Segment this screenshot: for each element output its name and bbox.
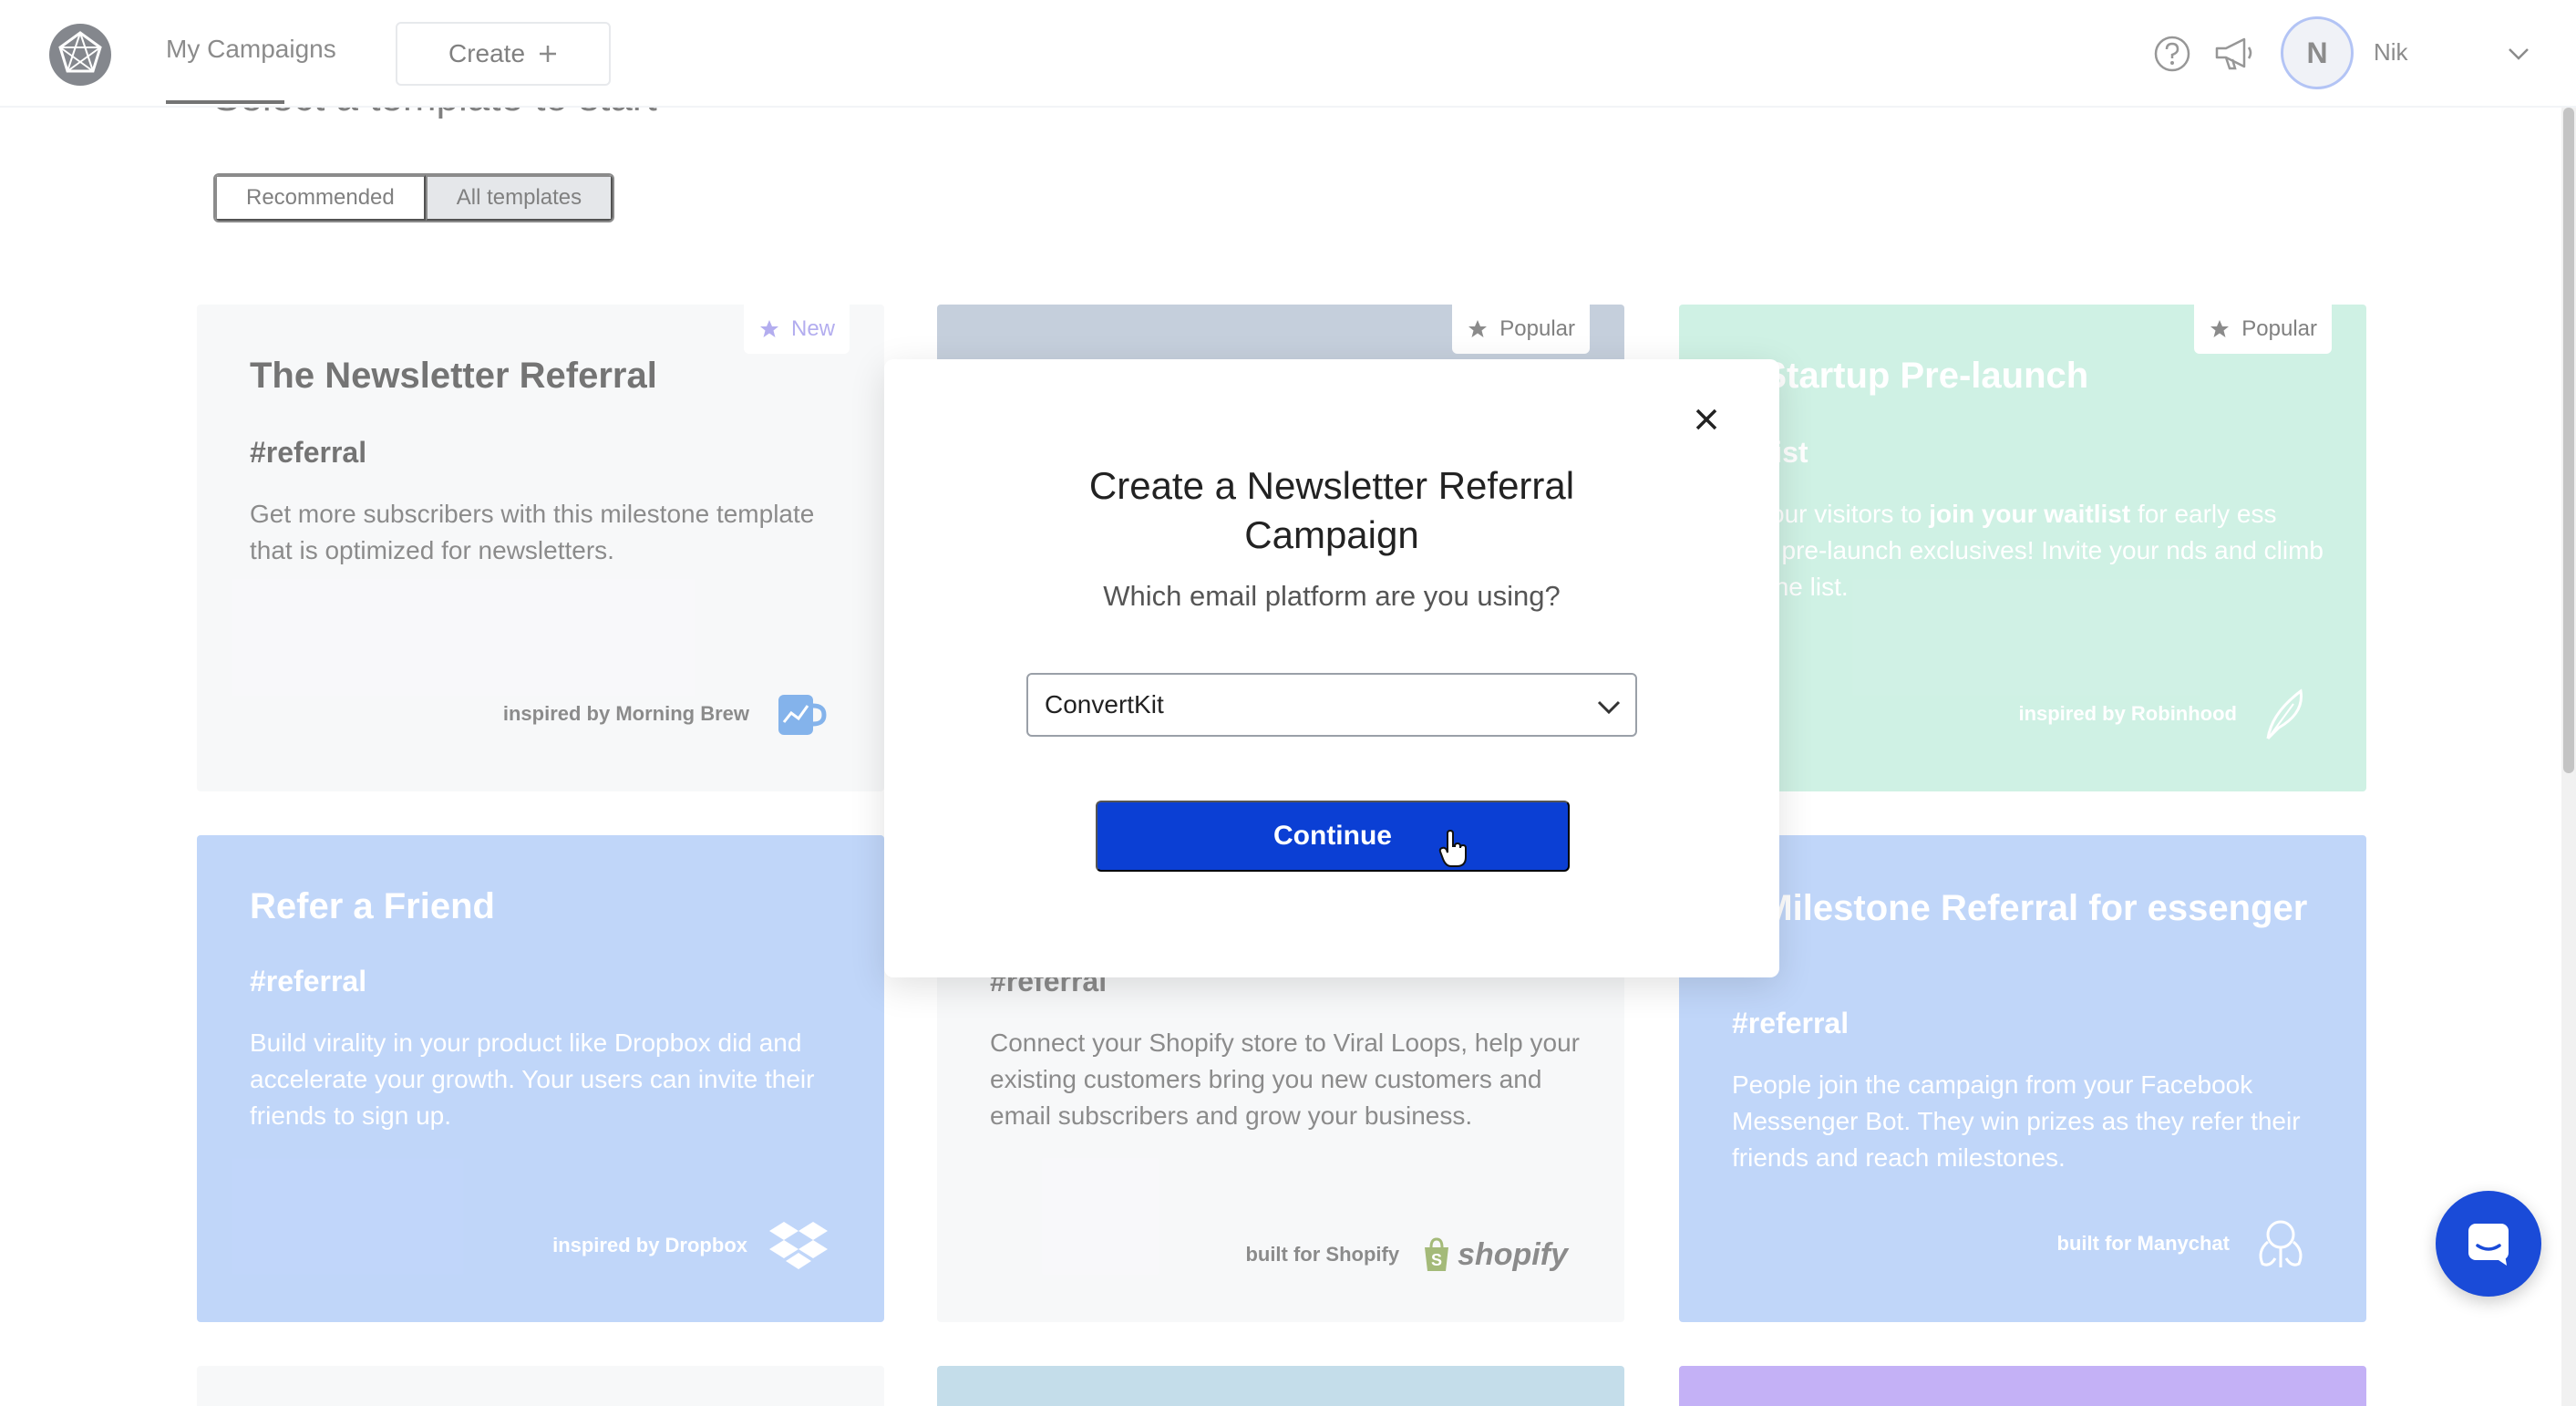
create-button[interactable]: Create bbox=[396, 22, 611, 86]
card-tag: #referral bbox=[1732, 1007, 1850, 1039]
template-card-newsletter-referral[interactable]: New The Newsletter Referral #referral Ge… bbox=[197, 305, 884, 791]
chevron-down-icon bbox=[1597, 700, 1621, 715]
user-name[interactable]: Nik bbox=[2374, 38, 2408, 67]
card-description: People join the campaign from your Faceb… bbox=[1732, 1070, 2301, 1172]
dropbox-icon bbox=[769, 1222, 828, 1269]
top-navigation: My Campaigns Create N Nik bbox=[0, 0, 2576, 108]
card-title: The Newsletter Referral bbox=[250, 356, 657, 396]
template-card-peek-1[interactable] bbox=[197, 1366, 884, 1406]
card-footer-label: inspired by Morning Brew bbox=[502, 702, 749, 725]
megaphone-icon[interactable] bbox=[2213, 35, 2255, 73]
badge-label: Popular bbox=[2241, 316, 2317, 341]
active-nav-underline bbox=[166, 100, 284, 104]
card-tag: #referral bbox=[250, 436, 367, 469]
card-description: Get more subscribers with this milestone… bbox=[250, 500, 815, 564]
card-title: e Milestone Referral for essenger bbox=[1732, 888, 2308, 928]
star-icon bbox=[759, 320, 778, 337]
template-filter: Recommended All templates bbox=[213, 173, 615, 222]
scrollbar-thumb[interactable] bbox=[2563, 108, 2574, 773]
card-description: Build virality in your product like Drop… bbox=[250, 1029, 815, 1130]
star-icon bbox=[1468, 320, 1488, 337]
card-footer: built for Manychat bbox=[2057, 1215, 2310, 1273]
badge-label: Popular bbox=[1499, 316, 1575, 341]
my-campaigns-link[interactable]: My Campaigns bbox=[166, 35, 336, 64]
plus-icon bbox=[540, 46, 557, 62]
card-footer: inspired by Dropbox bbox=[552, 1218, 828, 1273]
viral-loops-logo-icon[interactable] bbox=[47, 22, 113, 88]
help-icon[interactable] bbox=[2153, 35, 2191, 73]
selected-platform: ConvertKit bbox=[1045, 690, 1164, 719]
template-card-refer-a-friend[interactable]: Refer a Friend #referral Build virality … bbox=[197, 835, 884, 1322]
modal-subtitle: Which email platform are you using? bbox=[1103, 580, 1561, 612]
card-footer-label: built for Shopify bbox=[1245, 1243, 1400, 1266]
template-card-messenger-milestone[interactable]: e Milestone Referral for essenger #refer… bbox=[1679, 835, 2366, 1322]
manychat-icon bbox=[2259, 1220, 2303, 1267]
chat-launcher-button[interactable] bbox=[2436, 1191, 2541, 1297]
shopify-logo: S shopify bbox=[1421, 1236, 1568, 1273]
email-platform-select[interactable]: ConvertKit bbox=[1026, 673, 1637, 737]
card-footer: inspired by Morning Brew bbox=[503, 686, 828, 742]
template-card-peek-2[interactable] bbox=[937, 1366, 1624, 1406]
filter-all-templates[interactable]: All templates bbox=[425, 175, 613, 221]
template-card-startup-prelaunch[interactable]: Popular e Startup Pre-launch aitlist w y… bbox=[1679, 305, 2366, 791]
chevron-down-icon[interactable] bbox=[2505, 40, 2532, 67]
card-title: Refer a Friend bbox=[250, 886, 495, 926]
card-description: Connect your Shopify store to Viral Loop… bbox=[990, 1029, 1580, 1130]
svg-text:S: S bbox=[1431, 1251, 1442, 1269]
card-description: w your visitors to join your waitlist fo… bbox=[1732, 496, 2324, 605]
shopify-wordmark: shopify bbox=[1458, 1236, 1568, 1272]
card-footer: built for Shopify S shopify bbox=[1245, 1236, 1568, 1273]
badge-label: New bbox=[790, 316, 835, 341]
card-footer-label: inspired by Robinhood bbox=[2018, 702, 2237, 725]
continue-button[interactable]: Continue bbox=[1096, 801, 1570, 872]
template-card-peek-3[interactable] bbox=[1679, 1366, 2366, 1406]
mug-icon bbox=[778, 695, 827, 735]
shopify-bag-icon: S bbox=[1425, 1237, 1449, 1271]
card-title: e Startup Pre-launch bbox=[1732, 356, 2089, 396]
star-icon bbox=[2210, 320, 2230, 337]
card-description-emphasis: join your waitlist bbox=[1929, 500, 2131, 528]
feather-icon bbox=[2266, 688, 2303, 740]
card-footer: inspired by Robinhood bbox=[2018, 686, 2310, 742]
modal-title: Create a Newsletter Referral Campaign bbox=[1088, 464, 1575, 556]
popular-badge: Popular bbox=[1452, 305, 1590, 354]
filter-recommended[interactable]: Recommended bbox=[215, 175, 426, 221]
new-badge: New bbox=[743, 305, 850, 354]
avatar[interactable]: N bbox=[2281, 16, 2354, 89]
hand-cursor-icon bbox=[1438, 830, 1467, 867]
chat-icon bbox=[2468, 1224, 2509, 1266]
popular-badge: Popular bbox=[2194, 305, 2332, 354]
create-campaign-modal: Create a Newsletter Referral Campaign Wh… bbox=[884, 359, 1779, 977]
create-label: Create bbox=[448, 39, 526, 67]
card-footer-label: built for Manychat bbox=[2056, 1232, 2230, 1255]
close-icon[interactable] bbox=[1688, 401, 1725, 438]
card-footer-label: inspired by Dropbox bbox=[552, 1234, 747, 1256]
card-tag: #referral bbox=[250, 965, 367, 998]
